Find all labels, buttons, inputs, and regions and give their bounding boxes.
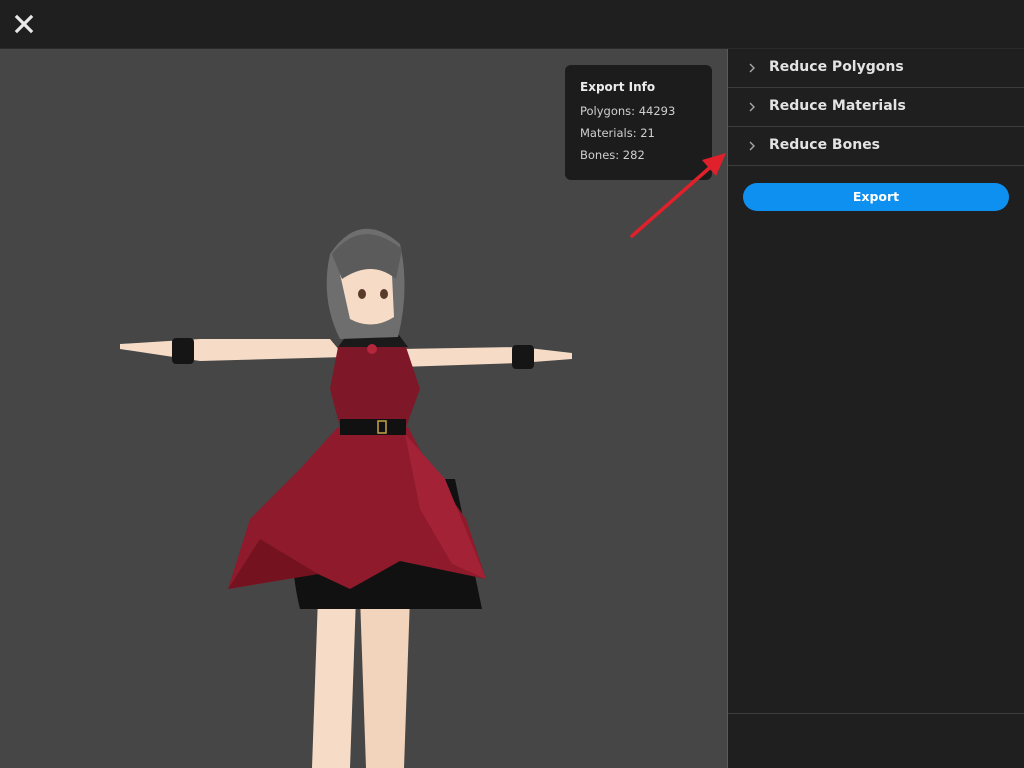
section-reduce-materials[interactable]: Reduce Materials — [728, 88, 1024, 127]
title-bar — [0, 0, 1024, 49]
close-icon — [14, 14, 34, 34]
chevron-right-icon — [749, 102, 755, 112]
section-reduce-polygons[interactable]: Reduce Polygons — [728, 49, 1024, 88]
panel-footer-divider — [728, 713, 1024, 714]
export-info-title: Export Info — [580, 80, 656, 94]
chevron-right-icon — [749, 63, 755, 73]
polygons-count: Polygons: 44293 — [580, 104, 676, 118]
reduction-panel: Reduce Polygons Reduce Materials Reduce … — [728, 49, 1024, 768]
export-button[interactable]: Export — [743, 183, 1009, 211]
section-reduce-bones[interactable]: Reduce Bones — [728, 127, 1024, 166]
export-window: Export Info Polygons: 44293 Materials: 2… — [0, 0, 1024, 768]
section-label: Reduce Bones — [769, 137, 881, 153]
model-viewport[interactable]: Export Info Polygons: 44293 Materials: 2… — [0, 49, 727, 768]
section-label: Reduce Materials — [769, 98, 906, 114]
close-button[interactable] — [11, 11, 37, 37]
bones-count: Bones: 282 — [580, 148, 645, 162]
materials-count: Materials: 21 — [580, 126, 655, 140]
export-info-panel: Export Info Polygons: 44293 Materials: 2… — [565, 65, 712, 180]
chevron-right-icon — [749, 141, 755, 151]
section-label: Reduce Polygons — [769, 59, 904, 75]
